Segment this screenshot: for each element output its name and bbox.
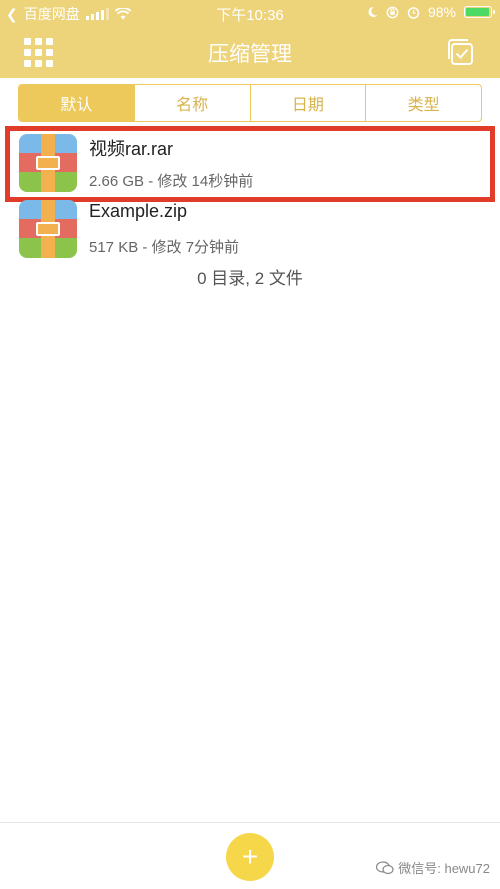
- sort-tabs: 默认 名称 日期 类型: [18, 84, 482, 122]
- battery-icon: [464, 6, 495, 18]
- moon-icon: [367, 6, 378, 18]
- highlight-box: [5, 126, 495, 202]
- tab-type[interactable]: 类型: [365, 85, 481, 121]
- top-bar: ❮ 百度网盘 下午10:36 98% 压缩管理: [0, 0, 500, 78]
- file-name: Example.zip: [89, 201, 188, 221]
- status-bar: ❮ 百度网盘 下午10:36 98%: [0, 0, 500, 26]
- watermark: 微信号: hewu72: [376, 858, 490, 877]
- directory-summary: 0 目录, 2 文件: [197, 269, 303, 288]
- wechat-icon: [376, 860, 394, 874]
- status-right: 98%: [367, 4, 495, 20]
- watermark-text: 微信号: hewu72: [398, 861, 490, 876]
- select-check-icon[interactable]: [446, 37, 476, 67]
- tab-date[interactable]: 日期: [249, 85, 366, 121]
- tab-name[interactable]: 名称: [133, 85, 250, 121]
- tab-default[interactable]: 默认: [19, 85, 134, 121]
- rotation-lock-icon: [386, 6, 399, 19]
- bottom-divider: [0, 822, 500, 823]
- file-meta: 517 KB - 修改 7分钟前: [89, 239, 240, 256]
- plus-icon: +: [241, 841, 259, 872]
- add-button[interactable]: +: [226, 833, 274, 881]
- battery-percent: 98%: [427, 4, 456, 20]
- app-header: 压缩管理: [0, 26, 500, 78]
- page-title: 压缩管理: [208, 43, 292, 66]
- alarm-icon: [407, 6, 420, 19]
- file-row[interactable]: Example.zip 517 KB - 修改 7分钟前: [0, 194, 500, 260]
- zip-archive-icon: [19, 200, 77, 258]
